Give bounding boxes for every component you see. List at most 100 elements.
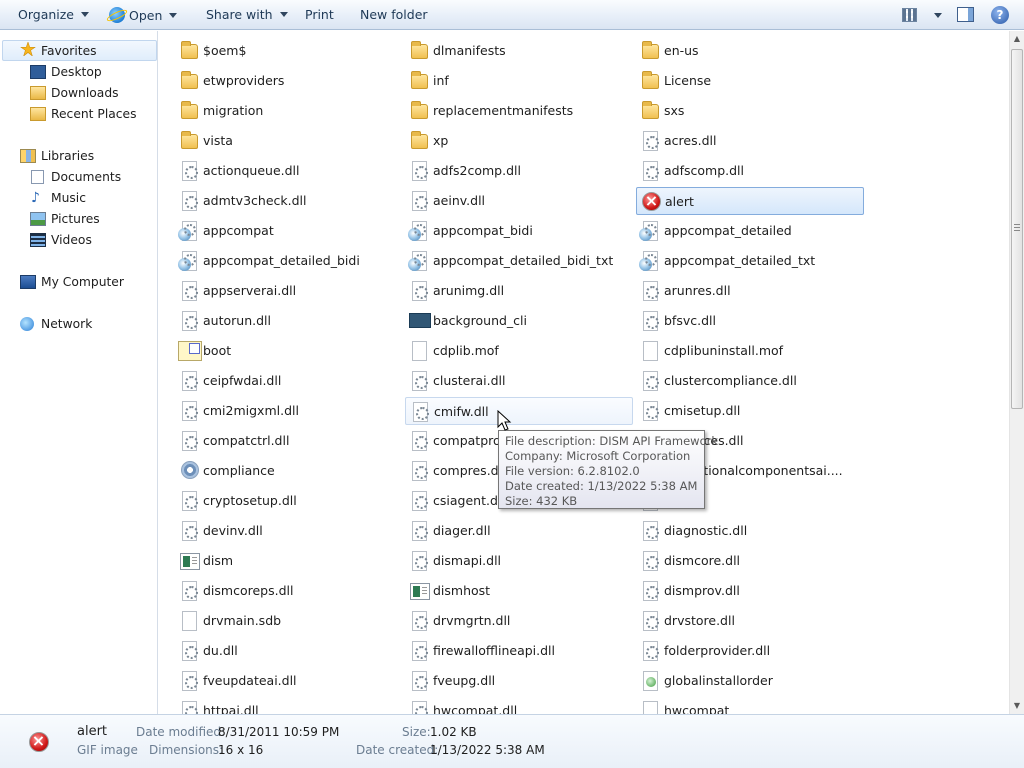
view-options-chevron-icon[interactable]	[934, 13, 942, 18]
file-item[interactable]: fveupdateai.dll	[175, 667, 403, 695]
file-item[interactable]: hwcompat.dll	[405, 697, 633, 714]
file-item[interactable]: License	[636, 67, 864, 95]
file-item[interactable]: bfsvc.dll	[636, 307, 864, 335]
file-item[interactable]: adfs2comp.dll	[405, 157, 633, 185]
change-view-icon[interactable]	[902, 8, 917, 22]
details-size-value[interactable]: 1.02 KB	[430, 725, 477, 739]
nav-network[interactable]: Network	[41, 314, 92, 334]
file-item[interactable]: inf	[405, 67, 633, 95]
file-item[interactable]: vista	[175, 127, 403, 155]
file-item[interactable]: compliance	[175, 457, 403, 485]
file-item[interactable]: fveupg.dll	[405, 667, 633, 695]
file-item[interactable]: migration	[175, 97, 403, 125]
nav-recent-places[interactable]: Recent Places	[51, 104, 137, 124]
file-name: firewallofflineapi.dll	[433, 643, 555, 658]
file-item[interactable]: appcompat_bidi	[405, 217, 633, 245]
file-item[interactable]: cdplib.mof	[405, 337, 633, 365]
file-item[interactable]: en-us	[636, 37, 864, 65]
file-item[interactable]: alert	[636, 187, 864, 215]
documents-icon	[31, 170, 44, 184]
nav-my-computer[interactable]: My Computer	[41, 272, 124, 292]
file-item[interactable]: httpai.dll	[175, 697, 403, 714]
file-item[interactable]: background_cli	[405, 307, 633, 335]
details-dimensions-value[interactable]: 16 x 16	[218, 743, 263, 757]
file-item[interactable]: firewallofflineapi.dll	[405, 637, 633, 665]
file-item[interactable]: ceipfwdai.dll	[175, 367, 403, 395]
file-item[interactable]: aeinv.dll	[405, 187, 633, 215]
file-item[interactable]: cmi2migxml.dll	[175, 397, 403, 425]
nav-videos[interactable]: Videos	[51, 230, 92, 250]
file-item[interactable]: actionqueue.dll	[175, 157, 403, 185]
file-name: dismprov.dll	[664, 583, 740, 598]
file-item[interactable]: drvstore.dll	[636, 607, 864, 635]
file-name: arunimg.dll	[433, 283, 505, 298]
nav-music[interactable]: Music	[51, 188, 86, 208]
file-item[interactable]: clustercompliance.dll	[636, 367, 864, 395]
nav-favorites[interactable]: Favorites	[41, 41, 97, 61]
vertical-scrollbar[interactable]: ▲ ▼	[1009, 31, 1024, 714]
file-item[interactable]: du.dll	[175, 637, 403, 665]
file-item[interactable]: xp	[405, 127, 633, 155]
file-name: actionqueue.dll	[203, 163, 300, 178]
file-name: alert	[665, 194, 694, 209]
file-item[interactable]: devinv.dll	[175, 517, 403, 545]
nav-pictures[interactable]: Pictures	[51, 209, 100, 229]
file-item[interactable]: boot	[175, 337, 403, 365]
file-item[interactable]: dismcoreps.dll	[175, 577, 403, 605]
print-button[interactable]: Print	[305, 7, 334, 23]
executable-icon	[408, 221, 427, 241]
file-name: dismcoreps.dll	[203, 583, 294, 598]
share-with-button[interactable]: Share with	[206, 7, 288, 23]
nav-libraries[interactable]: Libraries	[41, 146, 94, 166]
file-item[interactable]: replacementmanifests	[405, 97, 633, 125]
file-item[interactable]: appcompat_detailed_txt	[636, 247, 864, 275]
file-item[interactable]: appcompat_detailed	[636, 217, 864, 245]
file-item[interactable]: dismcore.dll	[636, 547, 864, 575]
file-item[interactable]: dismapi.dll	[405, 547, 633, 575]
file-item[interactable]: diager.dll	[405, 517, 633, 545]
scrollbar-thumb[interactable]	[1011, 49, 1023, 409]
file-item[interactable]: autorun.dll	[175, 307, 403, 335]
file-item[interactable]: dlmanifests	[405, 37, 633, 65]
file-item[interactable]: drvmain.sdb	[175, 607, 403, 635]
file-item[interactable]: compatctrl.dll	[175, 427, 403, 455]
file-item[interactable]: appcompat	[175, 217, 403, 245]
file-item[interactable]: cdplibuninstall.mof	[636, 337, 864, 365]
help-icon[interactable]: ?	[991, 6, 1009, 24]
file-item[interactable]: cryptosetup.dll	[175, 487, 403, 515]
open-button[interactable]: Open	[109, 7, 178, 23]
nav-documents[interactable]: Documents	[51, 167, 121, 187]
new-folder-button[interactable]: New folder	[360, 7, 428, 23]
file-item[interactable]: diagnostic.dll	[636, 517, 864, 545]
file-item[interactable]: arunres.dll	[636, 277, 864, 305]
file-item[interactable]: globalinstallorder	[636, 667, 864, 695]
file-item[interactable]: appcompat_detailed_bidi	[175, 247, 403, 275]
details-modified-value[interactable]: 8/31/2011 10:59 PM	[218, 725, 339, 739]
file-item[interactable]: dismprov.dll	[636, 577, 864, 605]
file-item[interactable]: $oem$	[175, 37, 403, 65]
scroll-down-icon[interactable]: ▼	[1012, 701, 1022, 711]
file-item[interactable]: clusterai.dll	[405, 367, 633, 395]
file-item[interactable]: drvmgrtn.dll	[405, 607, 633, 635]
nav-desktop[interactable]: Desktop	[51, 62, 102, 82]
file-item[interactable]: sxs	[636, 97, 864, 125]
details-created-value[interactable]: 1/13/2022 5:38 AM	[430, 743, 545, 757]
organize-button[interactable]: Organize	[18, 7, 89, 23]
scroll-up-icon[interactable]: ▲	[1012, 34, 1022, 44]
blank-file-icon	[412, 341, 427, 361]
file-item[interactable]: hwcompat	[636, 697, 864, 714]
file-item[interactable]: dism	[175, 547, 403, 575]
file-item[interactable]: arunimg.dll	[405, 277, 633, 305]
file-item[interactable]: acres.dll	[636, 127, 864, 155]
nav-downloads[interactable]: Downloads	[51, 83, 119, 103]
file-item[interactable]: appcompat_detailed_bidi_txt	[405, 247, 633, 275]
file-item[interactable]: adfscomp.dll	[636, 157, 864, 185]
file-item[interactable]: appserverai.dll	[175, 277, 403, 305]
preview-pane-icon[interactable]	[957, 7, 974, 22]
file-item[interactable]: etwproviders	[175, 67, 403, 95]
file-item[interactable]: cmifw.dll	[405, 397, 633, 425]
file-item[interactable]: cmisetup.dll	[636, 397, 864, 425]
file-item[interactable]: admtv3check.dll	[175, 187, 403, 215]
file-item[interactable]: dismhost	[405, 577, 633, 605]
file-item[interactable]: folderprovider.dll	[636, 637, 864, 665]
